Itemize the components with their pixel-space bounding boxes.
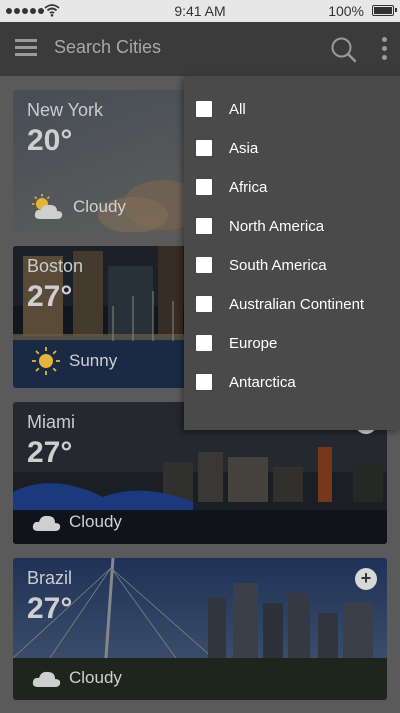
cloud-icon — [32, 515, 61, 531]
checkbox[interactable] — [196, 140, 212, 156]
city-name: Brazil — [27, 568, 73, 588]
cloud-icon — [32, 671, 61, 687]
filter-option-all[interactable]: All — [196, 95, 246, 123]
checkbox[interactable] — [196, 218, 212, 234]
weather-condition: Cloudy — [31, 194, 126, 220]
filter-option-label: All — [229, 100, 246, 118]
battery-percentage: 100% — [328, 3, 364, 19]
partly-cloudy-icon — [32, 194, 63, 219]
more-options-icon[interactable] — [380, 37, 388, 61]
filter-option-australian-continent[interactable]: Australian Continent — [196, 290, 364, 318]
checkbox[interactable] — [196, 101, 212, 117]
filter-option-label: Antarctica — [229, 373, 296, 391]
condition-label: Cloudy — [69, 668, 122, 687]
city-temperature: 27° — [27, 592, 73, 625]
city-card-brazil[interactable]: Brazil 27° Cloudy + — [13, 558, 387, 700]
checkbox[interactable] — [196, 179, 212, 195]
filter-option-antarctica[interactable]: Antarctica — [196, 368, 296, 396]
city-temperature: 27° — [27, 436, 73, 469]
weather-condition: Cloudy — [31, 512, 122, 532]
city-name: New York — [27, 100, 104, 120]
app-header: Search Cities — [0, 22, 400, 76]
filter-option-label: Europe — [229, 334, 278, 352]
region-filter-menu: All Asia Africa North America South Amer… — [184, 76, 400, 430]
city-temperature: 20° — [27, 124, 73, 157]
filter-option-label: Africa — [229, 178, 268, 196]
filter-option-asia[interactable]: Asia — [196, 134, 258, 162]
sun-icon — [32, 347, 60, 375]
filter-option-label: South America — [229, 256, 327, 274]
status-bar: 9:41 AM 100% — [0, 0, 400, 22]
filter-option-south-america[interactable]: South America — [196, 251, 327, 279]
search-input[interactable]: Search Cities — [54, 37, 161, 58]
add-city-button[interactable]: + — [355, 568, 377, 590]
city-name: Boston — [27, 256, 84, 276]
filter-option-label: Asia — [229, 139, 259, 157]
condition-label: Cloudy — [73, 197, 126, 216]
checkbox[interactable] — [196, 335, 212, 351]
battery-icon — [372, 5, 397, 16]
condition-label: Cloudy — [69, 512, 122, 531]
filter-option-label: North America — [229, 217, 325, 235]
filter-option-europe[interactable]: Europe — [196, 329, 277, 357]
city-temperature: 27° — [27, 280, 73, 313]
hamburger-menu-icon[interactable] — [15, 39, 37, 57]
checkbox[interactable] — [196, 257, 212, 273]
checkbox[interactable] — [196, 374, 212, 390]
condition-label: Sunny — [69, 351, 118, 370]
filter-option-label: Australian Continent — [229, 295, 365, 313]
filter-option-africa[interactable]: Africa — [196, 173, 267, 201]
city-name: Miami — [27, 412, 75, 432]
checkbox[interactable] — [196, 296, 212, 312]
weather-condition: Sunny — [31, 346, 117, 376]
search-icon[interactable] — [330, 36, 358, 64]
filter-option-north-america[interactable]: North America — [196, 212, 324, 240]
weather-condition: Cloudy — [31, 668, 122, 688]
